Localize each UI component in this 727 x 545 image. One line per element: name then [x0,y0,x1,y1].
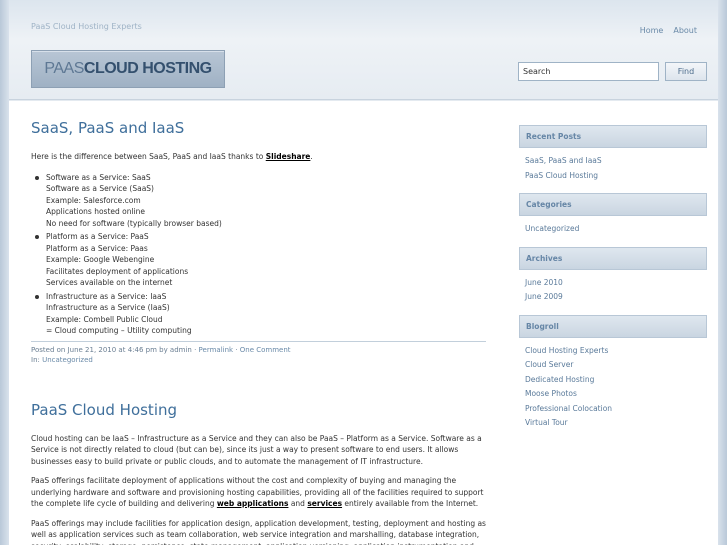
recent-posts-widget: Recent Posts SaaS, PaaS and IaaS PaaS Cl… [519,125,707,183]
slideshare-link[interactable]: Slideshare [266,152,311,161]
post-intro: Here is the difference between SaaS, Paa… [31,152,313,161]
sidebar-link[interactable]: Cloud Hosting Experts [525,346,608,355]
post: PaaS Cloud Hosting Cloud hosting can be … [31,401,486,545]
nav-about-link[interactable]: About [673,26,697,35]
permalink-link[interactable]: Permalink [199,346,234,354]
widget-title: Blogroll [519,314,707,338]
list-item: Infrastructure as a Service: IaaS Infrast… [31,291,486,337]
services-link[interactable]: services [307,499,342,508]
archives-widget: Archives June 2010 June 2009 [519,246,707,305]
widget-title: Recent Posts [519,125,707,148]
list-item: Platform as a Service: PaaS Platform as a… [31,231,486,289]
sidebar-link[interactable]: June 2009 [525,292,563,301]
post-paragraph: PaaS offerings facilitate deployment of … [31,476,484,508]
logo-text: PAASCLOUD HOSTING [44,60,212,77]
blogroll-widget: Blogroll Cloud Hosting Experts Cloud Ser… [519,314,707,431]
category-link[interactable]: Uncategorized [42,356,93,364]
post-title-link[interactable]: PaaS Cloud Hosting [31,401,486,419]
site-logo[interactable]: PAASCLOUD HOSTING [31,50,225,88]
service-list: Software as a Service: SaaS Software as a… [31,172,486,337]
list-item: Software as a Service: SaaS Software as a… [31,172,486,230]
sidebar-link[interactable]: PaaS Cloud Hosting [525,171,598,180]
site-tagline: PaaS Cloud Hosting Experts [31,22,142,31]
search-input[interactable] [518,62,659,81]
post-meta: Posted on June 21, 2010 at 4:46 pm by ad… [31,340,486,365]
sidebar-link[interactable]: Uncategorized [525,224,579,233]
widget-title: Archives [519,246,707,270]
categories-widget: Categories Uncategorized [519,193,707,237]
main-area: SaaS, PaaS and IaaS Here is the differen… [9,101,718,545]
nav-home-link[interactable]: Home [640,26,664,35]
sidebar-link[interactable]: Moose Photos [525,389,577,398]
left-frame [0,0,9,545]
post: SaaS, PaaS and IaaS Here is the differen… [31,119,486,365]
sidebar-link[interactable]: June 2010 [525,278,563,287]
top-nav: Home About [640,26,697,35]
comment-link[interactable]: One Comment [240,346,291,354]
sidebar-link[interactable]: Virtual Tour [525,418,568,427]
post-paragraph: PaaS offerings may include facilities fo… [31,518,486,545]
web-applications-link[interactable]: web applications [217,499,289,508]
right-frame [718,0,727,545]
post-paragraph: Cloud hosting can be IaaS – Infrastructu… [31,433,482,466]
header: PaaS Cloud Hosting Experts Home About PA… [0,0,727,100]
content-column: SaaS, PaaS and IaaS Here is the differen… [31,101,486,545]
sidebar-link[interactable]: Cloud Server [525,360,573,369]
find-button[interactable]: Find [665,62,707,81]
sidebar: Recent Posts SaaS, PaaS and IaaS PaaS Cl… [519,125,707,441]
sidebar-link[interactable]: SaaS, PaaS and IaaS [525,156,602,165]
sidebar-link[interactable]: Dedicated Hosting [525,375,594,384]
post-title-link[interactable]: SaaS, PaaS and IaaS [31,119,486,137]
sidebar-link[interactable]: Professional Colocation [525,404,612,413]
widget-title: Categories [519,193,707,216]
